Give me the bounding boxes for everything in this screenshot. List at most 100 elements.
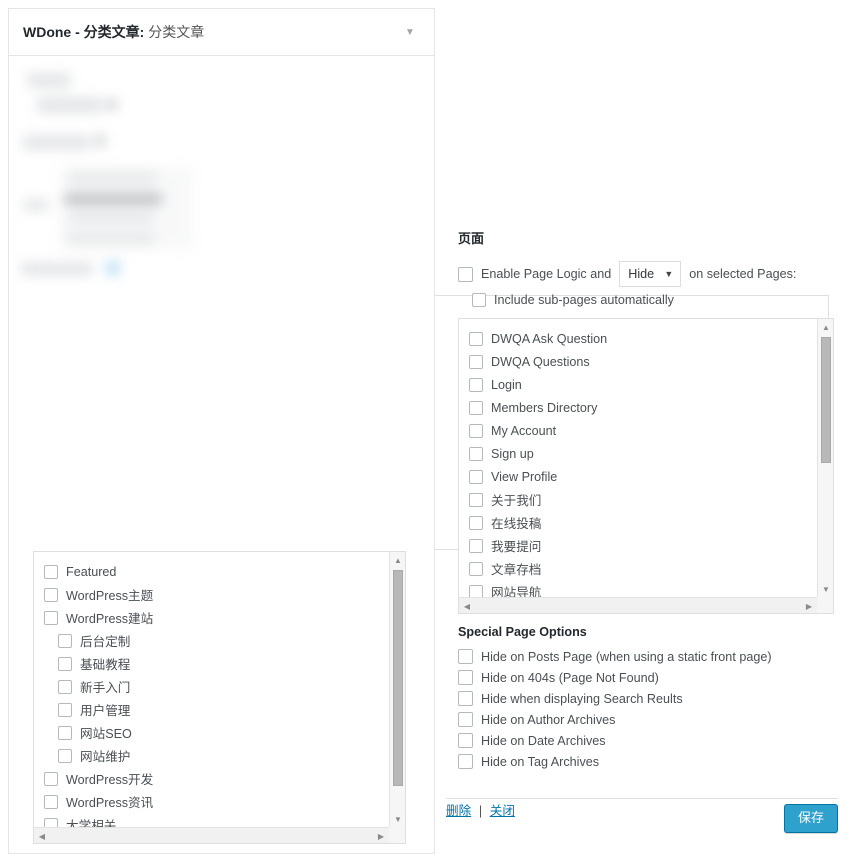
special-option-label: Hide when displaying Search Reults xyxy=(481,691,683,706)
special-option-checkbox[interactable] xyxy=(458,649,473,664)
list-item-label: 网站维护 xyxy=(80,750,131,764)
categories-scroll-thumb[interactable] xyxy=(393,570,403,786)
list-item-checkbox[interactable] xyxy=(469,446,483,461)
list-item[interactable]: 大学相关 xyxy=(44,813,389,827)
list-item-checkbox[interactable] xyxy=(58,702,72,717)
list-item-checkbox[interactable] xyxy=(44,610,58,625)
list-item[interactable]: 我要提问 xyxy=(469,534,817,557)
list-item-label: 在线投稿 xyxy=(491,517,542,531)
special-option-row[interactable]: Hide on 404s (Page Not Found) xyxy=(458,670,838,685)
delete-link[interactable]: 删除 xyxy=(446,804,471,818)
list-item[interactable]: 网站导航 xyxy=(469,580,817,597)
scroll-right-icon[interactable]: ▶ xyxy=(801,598,817,613)
chevron-down-icon[interactable]: ▼ xyxy=(400,22,420,42)
categories-list-vertical-scrollbar[interactable]: ▲ ▼ xyxy=(389,552,405,827)
list-item[interactable]: 文章存档 xyxy=(469,557,817,580)
list-item-checkbox[interactable] xyxy=(58,748,72,763)
list-item-checkbox[interactable] xyxy=(469,561,483,576)
list-item-checkbox[interactable] xyxy=(469,584,483,597)
special-option-checkbox[interactable] xyxy=(458,691,473,706)
close-link[interactable]: 关闭 xyxy=(490,804,515,818)
list-item-label: 文章存档 xyxy=(491,563,542,577)
special-option-checkbox[interactable] xyxy=(458,733,473,748)
list-item-checkbox[interactable] xyxy=(469,354,483,369)
special-option-label: Hide on Tag Archives xyxy=(481,754,600,769)
special-option-row[interactable]: Hide on Date Archives xyxy=(458,733,838,748)
scroll-down-icon[interactable]: ▼ xyxy=(818,581,833,597)
list-item[interactable]: 在线投稿 xyxy=(469,511,817,534)
blur-overlay xyxy=(9,57,434,307)
list-item-label: 网站SEO xyxy=(80,727,132,741)
list-item-checkbox[interactable] xyxy=(44,587,58,602)
scroll-up-icon[interactable]: ▲ xyxy=(390,552,405,568)
list-item-checkbox[interactable] xyxy=(469,423,483,438)
special-option-label: Hide on Author Archives xyxy=(481,712,616,727)
list-item-checkbox[interactable] xyxy=(44,771,58,786)
list-item-checkbox[interactable] xyxy=(44,564,58,579)
pages-scroll-thumb[interactable] xyxy=(821,337,831,463)
list-item-checkbox[interactable] xyxy=(58,656,72,671)
categories-list-box[interactable]: Featured WordPress主题 WordPress建站 后台定制 基础教程新手… xyxy=(33,551,406,844)
list-item[interactable]: 关于我们 xyxy=(469,488,817,511)
scroll-up-icon[interactable]: ▲ xyxy=(818,319,833,335)
list-item[interactable]: Login xyxy=(469,373,817,396)
list-item[interactable]: DWQA Ask Question xyxy=(469,327,817,350)
screen: Widget Display Control OFF ▼ Select a co… xyxy=(0,0,858,854)
list-item-checkbox[interactable] xyxy=(469,515,483,530)
list-item[interactable]: 网站SEO xyxy=(44,721,389,744)
widget-footer: 删除 | 关闭 保存 xyxy=(446,800,838,840)
list-item[interactable]: 基础教程 xyxy=(44,652,389,675)
list-item[interactable]: Sign up xyxy=(469,442,817,465)
scroll-left-icon[interactable]: ◀ xyxy=(34,828,50,843)
special-option-row[interactable]: Hide when displaying Search Reults xyxy=(458,691,838,706)
list-item-checkbox[interactable] xyxy=(469,377,483,392)
list-item-checkbox[interactable] xyxy=(58,725,72,740)
list-item-label: View Profile xyxy=(491,469,558,484)
special-option-row[interactable]: Hide on Tag Archives xyxy=(458,754,838,769)
list-item[interactable]: Members Directory xyxy=(469,396,817,419)
list-item[interactable]: DWQA Questions xyxy=(469,350,817,373)
special-option-row[interactable]: Hide on Posts Page (when using a static … xyxy=(458,649,838,664)
list-item[interactable]: 网站维护 xyxy=(44,744,389,767)
pages-list-box[interactable]: DWQA Ask Question DWQA Questions Login Memb… xyxy=(458,318,834,614)
include-subpages-row: Include sub-pages automatically xyxy=(472,293,838,307)
enable-page-logic-checkbox[interactable] xyxy=(458,266,473,282)
page-action-select[interactable]: Hide ▼ xyxy=(619,261,682,287)
list-item-checkbox[interactable] xyxy=(44,794,58,809)
categories-list-items: Featured WordPress主题 WordPress建站 后台定制 基础教程新手… xyxy=(34,552,389,827)
save-button[interactable]: 保存 xyxy=(783,804,838,833)
list-item[interactable]: Featured xyxy=(44,560,389,583)
special-option-label: Hide on Posts Page (when using a static … xyxy=(481,649,772,664)
special-option-row[interactable]: Hide on Author Archives xyxy=(458,712,838,727)
list-item-label: 新手入门 xyxy=(80,681,131,695)
list-item[interactable]: 后台定制 xyxy=(44,629,389,652)
list-item-checkbox[interactable] xyxy=(469,492,483,507)
scroll-right-icon[interactable]: ▶ xyxy=(373,828,389,843)
list-item-checkbox[interactable] xyxy=(469,469,483,484)
list-item[interactable]: WordPress建站 xyxy=(44,606,389,629)
pages-list-vertical-scrollbar[interactable]: ▲ ▼ xyxy=(817,319,833,597)
list-item[interactable]: WordPress开发 xyxy=(44,767,389,790)
pages-list-horizontal-scrollbar[interactable]: ◀ ▶ xyxy=(459,597,817,613)
categories-list-horizontal-scrollbar[interactable]: ◀ ▶ xyxy=(34,827,389,843)
footer-divider xyxy=(446,798,838,799)
special-option-checkbox[interactable] xyxy=(458,754,473,769)
list-item-checkbox[interactable] xyxy=(469,400,483,415)
list-item[interactable]: View Profile xyxy=(469,465,817,488)
widget-panel-header[interactable]: WDone - 分类文章: 分类文章 ▼ xyxy=(9,9,434,56)
list-item-checkbox[interactable] xyxy=(469,538,483,553)
scroll-down-icon[interactable]: ▼ xyxy=(390,811,405,827)
list-item-checkbox[interactable] xyxy=(58,633,72,648)
include-subpages-checkbox[interactable] xyxy=(472,293,486,307)
list-item[interactable]: My Account xyxy=(469,419,817,442)
list-item-checkbox[interactable] xyxy=(58,679,72,694)
special-option-checkbox[interactable] xyxy=(458,712,473,727)
list-item[interactable]: 用户管理 xyxy=(44,698,389,721)
list-item[interactable]: WordPress资讯 xyxy=(44,790,389,813)
list-item[interactable]: WordPress主题 xyxy=(44,583,389,606)
list-item-checkbox[interactable] xyxy=(469,331,483,346)
list-item[interactable]: 新手入门 xyxy=(44,675,389,698)
scroll-left-icon[interactable]: ◀ xyxy=(459,598,475,613)
list-item-checkbox[interactable] xyxy=(44,817,58,827)
special-option-checkbox[interactable] xyxy=(458,670,473,685)
